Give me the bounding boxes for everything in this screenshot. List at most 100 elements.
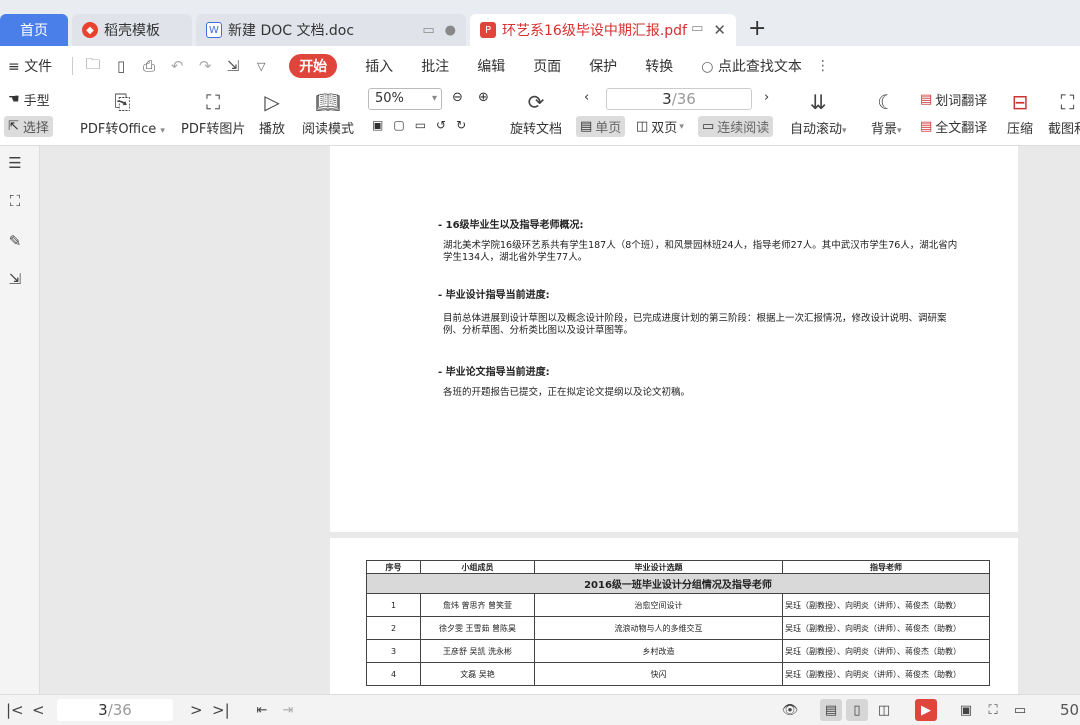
pdf-to-image-button[interactable]: ⛶ PDF转图片 xyxy=(181,86,245,137)
section-body: 各班的开题报告已提交，正在拟定论文提纲以及论文初稿。 xyxy=(443,387,691,398)
thumbnail-icon[interactable]: ⛶ xyxy=(6,192,24,210)
cell-members: 徐夕雯 王雪茹 曾陈昊 xyxy=(420,616,535,640)
cursor-icon: ⇱ xyxy=(8,119,19,134)
pdf-to-office-button[interactable]: ⎘ PDF转Office ▾ xyxy=(80,86,165,137)
divider xyxy=(72,57,74,75)
annotation-icon[interactable]: ✎ xyxy=(6,232,24,250)
double-page-icon: ◫ xyxy=(636,119,649,134)
play-icon: ▷ xyxy=(264,90,280,114)
fit-page-icon[interactable]: ▢ xyxy=(393,118,404,132)
menu-edit[interactable]: 编辑 xyxy=(463,56,519,76)
rotate-right-icon[interactable]: ↻ xyxy=(456,118,466,132)
double-page-button[interactable]: ◫ 双页 ▾ xyxy=(636,117,684,136)
table-row: 4 文磊 吴艳 快闪 吴珏（副教授）、向明炎（讲师）、蒋俊杰（助教） xyxy=(366,662,990,686)
select-tool[interactable]: ⇱ 选择 xyxy=(4,116,53,137)
outline-icon[interactable]: ☰ xyxy=(6,154,24,172)
menu-protect[interactable]: 保护 xyxy=(575,56,631,76)
menu-annotate[interactable]: 批注 xyxy=(407,56,463,76)
compress-button[interactable]: ⊟ 压缩 xyxy=(1007,86,1033,137)
open-folder-icon[interactable]: 🗀 xyxy=(79,54,107,79)
hand-tool[interactable]: ☚ 手型 xyxy=(8,90,50,109)
column-header: 毕业设计选题 xyxy=(534,560,783,574)
auto-scroll-icon: ⇊ xyxy=(809,90,827,114)
more-icon[interactable]: ⋮ xyxy=(816,58,830,74)
search-command[interactable]: ○ 点此查找文本 xyxy=(687,56,816,76)
table-caption-row: 2016级一班毕业设计分组情况及指导老师 xyxy=(366,573,990,594)
actual-size-icon[interactable]: ▣ xyxy=(372,118,383,132)
monitor-icon[interactable]: ▭ xyxy=(691,21,703,39)
fit-controls: ▣ ▢ ▭ ↺ ↻ xyxy=(372,118,466,132)
table-row: 1 詹炜 曾思齐 曾笑萱 治愈空间设计 吴珏（副教授）、向明炎（讲师）、蒋俊杰（… xyxy=(366,593,990,617)
tab-docer-templates[interactable]: ◆ 稻壳模板 xyxy=(72,14,192,46)
play-icon[interactable]: ▶ xyxy=(915,699,937,721)
redo-icon[interactable]: ↷ xyxy=(191,57,219,75)
fit-width-icon[interactable]: ▭ xyxy=(415,118,426,132)
auto-scroll-button[interactable]: ⇊ 自动滚动▾ xyxy=(790,86,847,137)
pdf-page: 2016级一班毕业设计分组情况及指导老师 序号 小组成员 毕业设计选题 指导老师… xyxy=(330,538,1018,694)
tab-new-doc[interactable]: W 新建 DOC 文档.doc ▭ ● xyxy=(196,14,466,46)
dot-icon: ● xyxy=(444,22,456,38)
pdf-to-office-icon: ⎘ xyxy=(114,90,131,114)
new-tab-button[interactable]: + xyxy=(748,16,766,41)
cell-no: 3 xyxy=(366,639,421,663)
chevron-down-icon[interactable]: ▽ xyxy=(247,60,275,73)
file-menu[interactable]: ≡ 文件 xyxy=(0,56,66,76)
table-row: 3 王彦舒 吴凯 洗永彬 乡村改造 吴珏（副教授）、向明炎（讲师）、蒋俊杰（助教… xyxy=(366,639,990,663)
prev-page-icon[interactable]: < xyxy=(32,701,45,719)
single-view-icon[interactable]: ▯ xyxy=(846,699,868,721)
background-button[interactable]: ☾ 背景▾ xyxy=(871,86,902,137)
rotate-doc-button[interactable]: ⟳ 旋转文档 xyxy=(510,86,562,137)
screenshot-button[interactable]: ⛶截图和 xyxy=(1048,86,1080,137)
cell-teachers: 吴珏（副教授）、向明炎（讲师）、蒋俊杰（助教） xyxy=(782,616,990,640)
section-body: 目前总体进展到设计草图以及概念设计阶段，已完成进度计划的第三阶段：根据上一次汇报… xyxy=(443,313,947,336)
full-translate-button[interactable]: ▤ 全文翻译 xyxy=(920,117,987,136)
last-page-icon[interactable]: >| xyxy=(212,701,230,719)
zoom-out-icon[interactable]: ⊖ xyxy=(452,90,463,105)
menu-page[interactable]: 页面 xyxy=(519,56,575,76)
save-icon[interactable]: ▯ xyxy=(107,57,135,75)
close-icon[interactable]: ✕ xyxy=(713,21,726,39)
word-translate-button[interactable]: ▤ 划词翻译 xyxy=(920,90,987,109)
export-icon[interactable]: ⇲ xyxy=(6,270,24,288)
next-page-icon[interactable]: > xyxy=(190,701,203,719)
pdf-icon: P xyxy=(480,22,496,38)
zoom-select[interactable]: 50% xyxy=(368,88,442,110)
export-icon[interactable]: ⇲ xyxy=(219,57,247,75)
start-tab[interactable]: 开始 xyxy=(289,54,338,78)
eye-protection-icon[interactable]: 👁︎ xyxy=(779,699,801,721)
forward-icon[interactable]: ⇥ xyxy=(277,699,299,721)
ribbon: ≡ 文件 🗀 ▯ ⎙ ↶ ↷ ⇲ ▽ 开始 插入 批注 编辑 页面 保护 转换 … xyxy=(0,46,1080,146)
single-page-button[interactable]: ▤ 单页 xyxy=(576,116,626,137)
fit-page-icon[interactable]: ⛶ xyxy=(982,699,1004,721)
column-header: 指导老师 xyxy=(782,560,990,574)
read-mode-button[interactable]: 📖︎ 阅读模式 xyxy=(302,86,354,137)
actual-size-icon[interactable]: ▣ xyxy=(955,699,977,721)
section-title: - 毕业设计指导当前进度: xyxy=(438,290,550,301)
undo-icon[interactable]: ↶ xyxy=(163,57,191,75)
hand-icon: ☚ xyxy=(8,92,20,107)
menu-insert[interactable]: 插入 xyxy=(351,56,407,76)
monitor-icon[interactable]: ▭ xyxy=(422,23,434,38)
column-header: 小组成员 xyxy=(420,560,535,574)
rotate-left-icon[interactable]: ↺ xyxy=(436,118,446,132)
zoom-in-icon[interactable]: ⊕ xyxy=(478,90,489,105)
print-icon[interactable]: ⎙ xyxy=(135,57,163,75)
first-page-icon[interactable]: |< xyxy=(6,701,24,719)
status-page-input[interactable]: 3/36 xyxy=(57,699,173,721)
tab-pdf-active[interactable]: P 环艺系16级毕设中期汇报.pdf ▭ ✕ xyxy=(470,14,736,46)
play-button[interactable]: ▷ 播放 xyxy=(259,86,285,137)
tab-home[interactable]: 首页 xyxy=(0,14,68,46)
page-input[interactable]: 3/36 xyxy=(606,88,752,110)
menu-convert[interactable]: 转换 xyxy=(631,56,687,76)
continuous-view-icon[interactable]: ▤ xyxy=(820,699,842,721)
double-view-icon[interactable]: ◫ xyxy=(873,699,895,721)
continuous-read-button[interactable]: ▭ 连续阅读 xyxy=(698,116,774,137)
document-viewer[interactable]: - 16级毕业生以及指导老师概况: 湖北美术学院16级环艺系共有学生187人（8… xyxy=(40,146,1080,694)
group-table: 2016级一班毕业设计分组情况及指导老师 序号 小组成员 毕业设计选题 指导老师… xyxy=(366,560,990,686)
prev-page-icon[interactable]: ‹ xyxy=(584,90,589,105)
fit-width-icon[interactable]: ▭ xyxy=(1009,699,1031,721)
next-page-icon[interactable]: › xyxy=(764,90,769,105)
cell-topic: 乡村改造 xyxy=(534,639,783,663)
section-body: 湖北美术学院16级环艺系共有学生187人（8个班），和风景园林班24人，指导老师… xyxy=(443,240,958,263)
back-icon[interactable]: ⇤ xyxy=(251,699,273,721)
